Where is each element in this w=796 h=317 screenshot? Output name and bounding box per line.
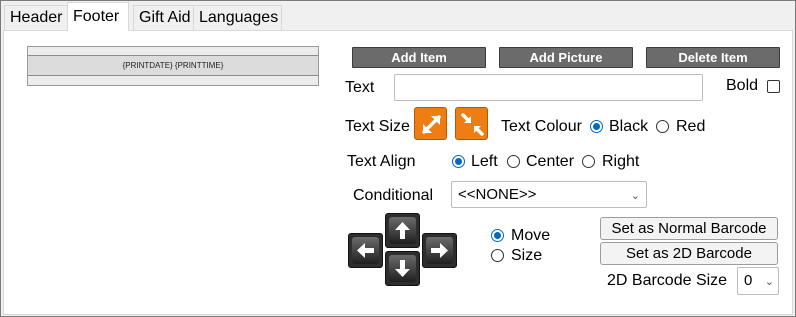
bold-label: Bold (726, 77, 759, 94)
barcode-size-value: 0 (744, 272, 753, 289)
align-left-label: Left (471, 153, 498, 170)
tab-strip: Header Gift Aid Languages Footer (1, 1, 795, 31)
colour-red-label: Red (676, 118, 706, 135)
conditional-value: <<NONE>> (458, 186, 537, 203)
arrow-left-icon[interactable] (348, 233, 383, 268)
text-align-label: Text Align (347, 153, 416, 170)
mode-size-label: Size (511, 247, 543, 264)
text-colour-label: Text Colour (501, 118, 582, 135)
mode-move-label: Move (511, 227, 551, 244)
footer-preview: {PRINTDATE} {PRINTTIME} (27, 46, 319, 86)
decrease-size-icon[interactable] (455, 107, 488, 140)
colour-black-radio[interactable] (590, 120, 603, 133)
footer-preview-band[interactable]: {PRINTDATE} {PRINTTIME} (28, 55, 318, 76)
text-label: Text (345, 79, 375, 96)
text-size-label: Text Size (345, 118, 410, 135)
tab-languages[interactable]: Languages (193, 5, 282, 30)
conditional-label: Conditional (353, 187, 434, 204)
text-input[interactable] (394, 74, 703, 101)
bold-checkbox[interactable] (767, 80, 780, 93)
tab-gift-aid[interactable]: Gift Aid (133, 5, 194, 30)
chevron-down-icon: ⌄ (764, 276, 774, 288)
set-normal-barcode-button[interactable]: Set as Normal Barcode (600, 217, 778, 240)
conditional-select[interactable]: <<NONE>> ⌄ (451, 181, 647, 208)
chevron-down-icon: ⌄ (630, 190, 640, 202)
set-2d-barcode-button[interactable]: Set as 2D Barcode (600, 242, 778, 265)
align-right-radio[interactable] (582, 155, 595, 168)
add-picture-button[interactable]: Add Picture (499, 47, 633, 68)
delete-item-button[interactable]: Delete Item (646, 47, 780, 68)
arrow-right-icon[interactable] (422, 233, 457, 268)
mode-move-radio[interactable] (491, 229, 504, 242)
align-left-radio[interactable] (452, 155, 465, 168)
arrow-up-icon[interactable] (385, 213, 420, 248)
align-center-label: Center (526, 153, 575, 170)
mode-size-radio[interactable] (491, 249, 504, 262)
tab-header[interactable]: Header (4, 5, 69, 30)
barcode-size-label: 2D Barcode Size (607, 272, 728, 289)
increase-size-icon[interactable] (414, 107, 447, 140)
colour-black-label: Black (609, 118, 649, 135)
align-center-radio[interactable] (507, 155, 520, 168)
colour-red-radio[interactable] (656, 120, 669, 133)
editor-window: Header Gift Aid Languages Footer {PRINTD… (0, 0, 796, 317)
add-item-button[interactable]: Add Item (352, 47, 486, 68)
align-right-label: Right (602, 153, 640, 170)
barcode-size-select[interactable]: 0 ⌄ (737, 267, 779, 295)
arrow-down-icon[interactable] (385, 251, 420, 286)
tab-footer[interactable]: Footer (67, 2, 129, 31)
